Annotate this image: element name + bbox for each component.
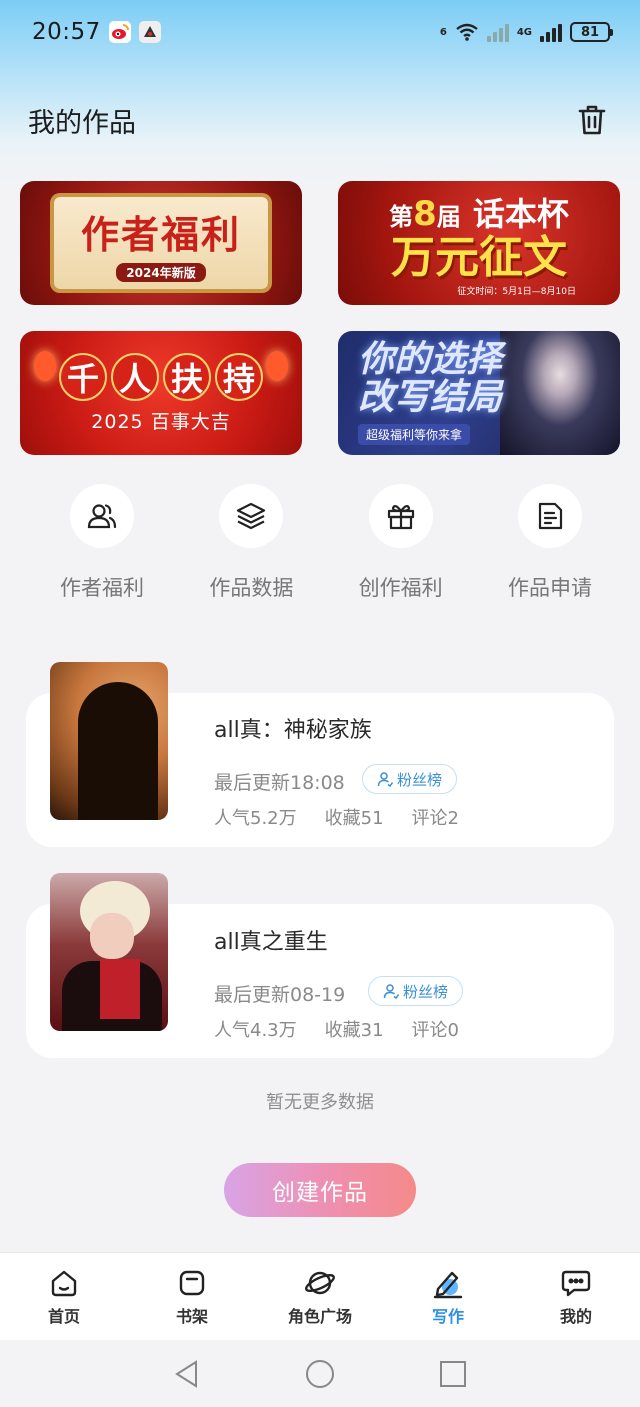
work-updated: 最后更新18:08 [214, 772, 345, 794]
network-label: 4G [516, 26, 532, 38]
page-title: 我的作品 [28, 107, 136, 139]
battery-level: 81 [580, 24, 600, 40]
tab-home[interactable]: 首页 [0, 1253, 128, 1340]
user-icon [377, 772, 393, 787]
promo-banners: 作者福利 2024年新版 第8届 话本杯 万元征文 征文时间：5月1日—8月10… [20, 181, 620, 455]
gift-icon [368, 484, 433, 548]
delete-button[interactable] [572, 100, 612, 140]
work-title[interactable]: all真之重生 [214, 924, 328, 956]
work-favorites: 收藏51 [324, 808, 384, 829]
quick-item-work-apply[interactable]: 作品申请 [476, 484, 624, 602]
signal-icon-sim2 [540, 22, 562, 42]
wifi-label: 6 [439, 26, 447, 38]
game-app-icon [138, 21, 161, 43]
lantern-icon [266, 351, 288, 381]
banner-title: 你的选择改写结局 [358, 338, 503, 418]
signal-icon-sim1 [486, 22, 509, 42]
fans-rank-label: 粉丝榜 [403, 982, 449, 1001]
battery-icon: 81 [570, 22, 613, 42]
quick-item-creation-welfare[interactable]: 创作福利 [327, 484, 475, 602]
system-nav-bar [0, 1340, 640, 1407]
work-comments: 评论0 [411, 1020, 459, 1041]
banner-scroll: 作者福利 2024年新版 [54, 197, 268, 289]
quick-item-work-data[interactable]: 作品数据 [177, 484, 325, 602]
work-updated: 最后更新08-19 [214, 984, 346, 1006]
home-circle-icon [305, 1359, 334, 1388]
status-time: 20:57 [32, 19, 101, 45]
quick-label: 作品申请 [507, 576, 592, 600]
tab-mine[interactable]: 我的 [512, 1253, 640, 1340]
banner-edition: 第8届 [389, 194, 461, 235]
work-cover[interactable] [50, 873, 168, 1031]
quick-label: 作者福利 [60, 576, 144, 600]
users-icon [70, 484, 134, 548]
tab-character-plaza[interactable]: 角色广场 [256, 1253, 384, 1340]
tab-label: 角色广场 [287, 1306, 352, 1326]
banner-author-welfare[interactable]: 作者福利 2024年新版 [20, 181, 302, 305]
recents-icon [440, 1360, 467, 1387]
tab-label: 我的 [559, 1306, 592, 1326]
recents-button[interactable] [433, 1354, 473, 1394]
work-popularity: 人气4.3万 [214, 1020, 297, 1041]
trash-icon [578, 105, 606, 135]
banner-title: 万元征文 [391, 232, 567, 284]
bottom-tab-bar: 首页 书架 角色广场 写作 我的 [0, 1252, 640, 1340]
create-work-button[interactable]: 创建作品 [224, 1163, 416, 1217]
lantern-icon [34, 351, 56, 381]
quick-nav: 作者福利 作品数据 创作福利 作品申请 [28, 484, 624, 602]
layers-icon [219, 484, 284, 548]
work-stats: 人气5.2万 收藏51 评论2 [214, 804, 487, 830]
user-icon [383, 984, 399, 999]
no-more-data-text: 暂无更多数据 [266, 1092, 374, 1113]
write-icon [432, 1267, 464, 1299]
bookshelf-icon [176, 1267, 208, 1299]
home-icon [48, 1267, 80, 1299]
banner-subtitle: 2024年新版 [116, 263, 206, 282]
back-icon [174, 1359, 197, 1388]
banner-support[interactable]: 千人扶持 2025 百事大吉 [20, 331, 302, 455]
banner-essay-contest[interactable]: 第8届 话本杯 万元征文 征文时间：5月1日—8月10日 [338, 181, 620, 305]
status-indicators: 6 4G 81 [439, 22, 613, 42]
tab-label: 首页 [47, 1306, 80, 1326]
banner-title: 千人扶持 [59, 352, 263, 401]
wifi-icon [456, 23, 478, 41]
fans-rank-button[interactable]: 粉丝榜 [368, 976, 464, 1006]
banner-edition-row: 第8届 话本杯 [389, 189, 569, 235]
cover-silhouette [78, 682, 158, 820]
work-favorites: 收藏31 [324, 1020, 384, 1041]
quick-item-author-welfare[interactable]: 作者福利 [28, 484, 176, 602]
work-cover[interactable] [50, 662, 168, 820]
quick-label: 创作福利 [358, 576, 443, 600]
page-header: 我的作品 [0, 92, 640, 148]
banner-subtitle: 超级福利等你来拿 [358, 424, 471, 446]
banner-cup-name: 话本杯 [472, 195, 569, 234]
work-title[interactable]: all真：神秘家族 [214, 712, 372, 744]
tab-label: 写作 [431, 1306, 464, 1326]
banner-date: 征文时间：5月1日—8月10日 [457, 286, 576, 297]
banner-choice[interactable]: 你的选择改写结局 超级福利等你来拿 [338, 331, 620, 455]
work-stats: 人气4.3万 收藏31 评论0 [214, 1016, 487, 1042]
weibo-icon [108, 21, 131, 43]
home-button[interactable] [300, 1354, 340, 1394]
tab-label: 书架 [175, 1306, 208, 1326]
status-bar: 20:57 6 4G 81 [0, 0, 640, 64]
banner-title: 作者福利 [80, 212, 241, 257]
tab-write[interactable]: 写作 [384, 1253, 512, 1340]
tab-bookshelf[interactable]: 书架 [128, 1253, 256, 1340]
quick-label: 作品数据 [209, 576, 294, 600]
chat-icon [560, 1267, 592, 1299]
back-button[interactable] [167, 1354, 207, 1394]
work-popularity: 人气5.2万 [214, 808, 297, 829]
document-icon [517, 484, 582, 548]
banner-subtitle: 2025 百事大吉 [91, 410, 231, 433]
fans-rank-label: 粉丝榜 [397, 770, 443, 789]
planet-icon [304, 1267, 336, 1299]
fans-rank-button[interactable]: 粉丝榜 [362, 764, 458, 794]
work-comments: 评论2 [411, 808, 459, 829]
